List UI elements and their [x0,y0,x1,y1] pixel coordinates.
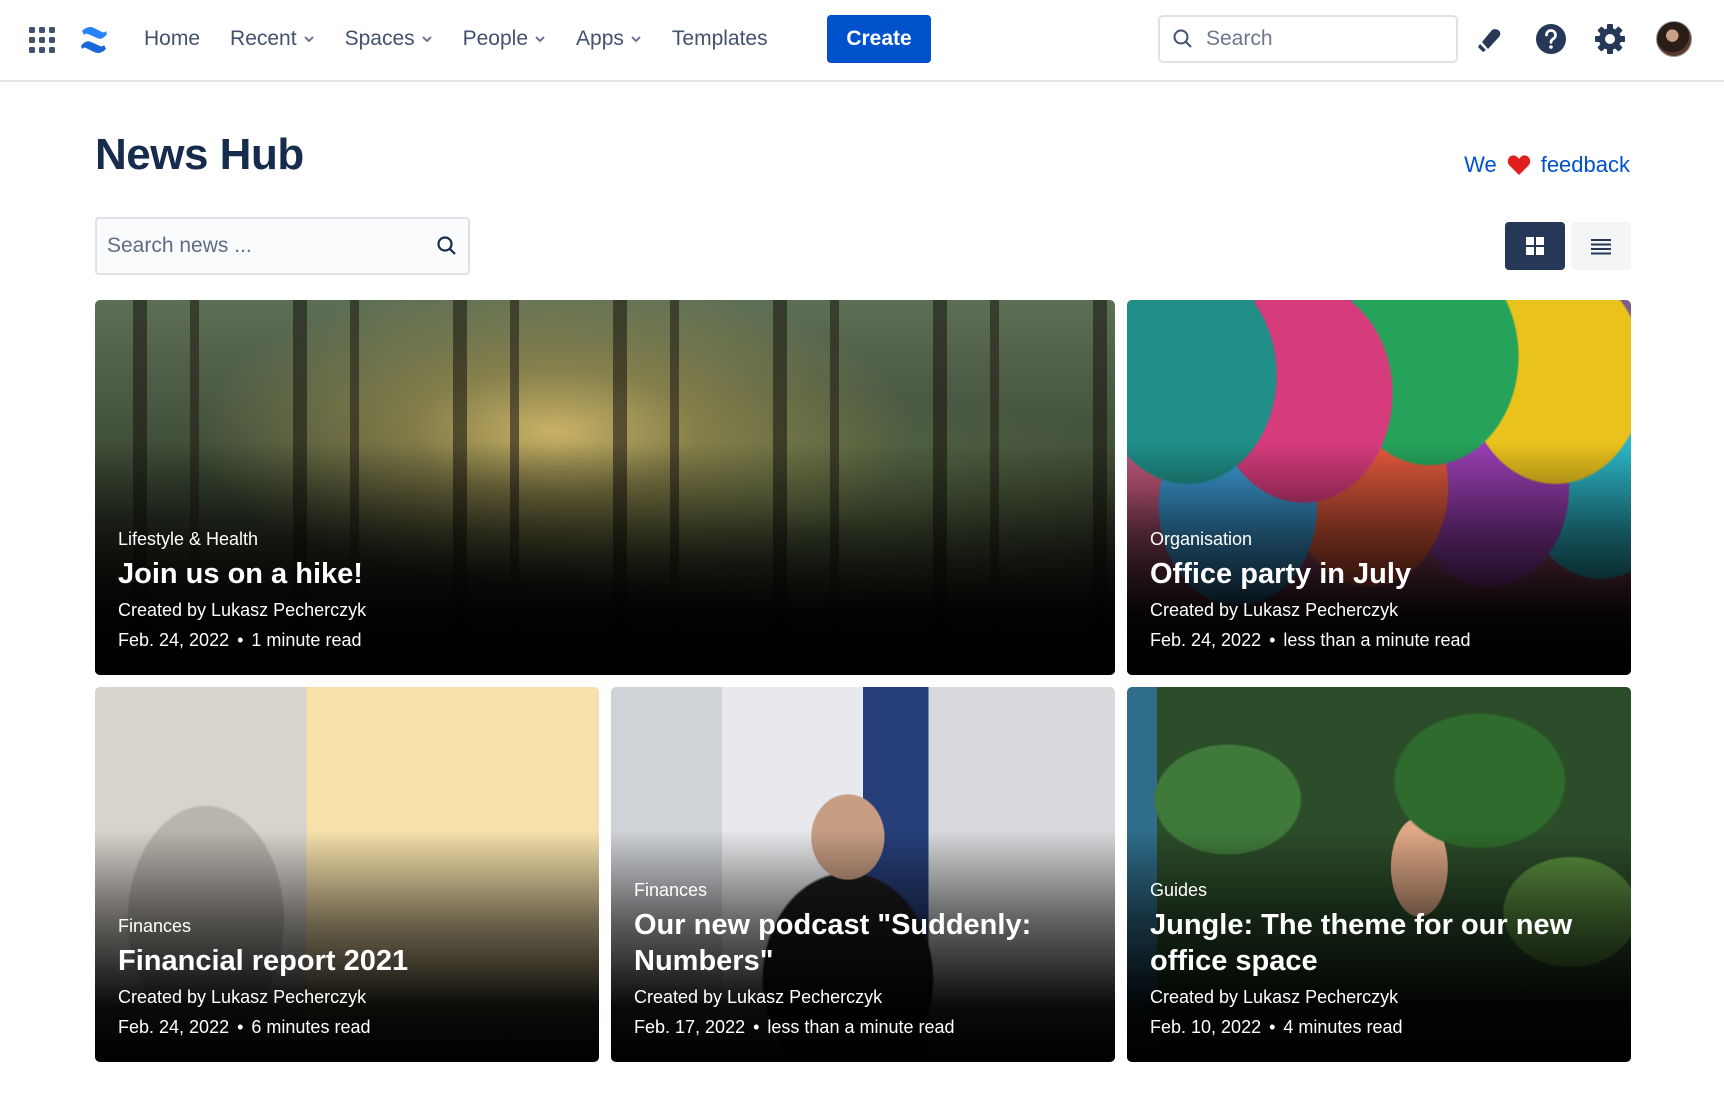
user-avatar[interactable] [1656,21,1692,57]
list-view-icon [1591,239,1611,255]
settings-icon[interactable] [1593,22,1627,56]
global-search[interactable] [1158,15,1458,63]
chevron-down-icon [535,36,545,43]
nav-people-label: People [462,27,529,50]
nav-recent[interactable]: Recent [230,27,315,51]
news-card-title: Join us on a hike! [118,558,363,590]
news-card-read-time: 4 minutes read [1283,1017,1403,1037]
news-card[interactable]: Lifestyle & Health Join us on a hike! Cr… [95,300,1115,675]
news-search-box[interactable] [95,217,470,275]
news-card-category: Guides [1150,880,1208,900]
news-card-title: Office party in July [1150,558,1412,590]
news-card-date: Feb. 24, 2022 [118,1017,230,1037]
nav-recent-label: Recent [230,27,297,50]
grid-view-icon [1526,237,1544,255]
nav-templates[interactable]: Templates [672,27,768,51]
news-card-author: Created by Lukasz Pecherczyk [118,600,367,620]
top-navigation-bar: Home Recent Spaces People Apps Templates… [0,0,1724,82]
feedback-prefix: We [1464,152,1497,177]
chevron-down-icon [631,36,641,43]
create-button[interactable]: Create [827,15,931,63]
nav-people[interactable]: People [463,27,546,51]
news-card-read-time: less than a minute read [767,1017,955,1037]
news-card-title: Our new podcast "Suddenly: Numbers" [634,909,1032,977]
confluence-logo-icon[interactable] [78,24,110,56]
news-card-read-time: less than a minute read [1283,630,1471,650]
nav-home[interactable]: Home [144,27,200,51]
search-icon [1173,29,1192,48]
news-card-date: Feb. 10, 2022 [1150,1017,1262,1037]
news-card-read-time: 1 minute read [251,630,362,650]
page-title: News Hub [95,130,304,179]
chevron-down-icon [421,36,432,43]
news-card-date: Feb. 24, 2022 [1150,630,1262,650]
news-card-author: Created by Lukasz Pecherczyk [1150,987,1399,1007]
feedback-link[interactable]: We feedback [1464,152,1630,178]
notification-icon[interactable] [1474,22,1508,56]
chevron-down-icon [303,36,314,43]
search-icon[interactable] [436,235,458,257]
main-nav: Home Recent Spaces People Apps Templates [144,0,798,78]
news-card-category: Lifestyle & Health [118,529,259,549]
news-card-title: Jungle: The theme for our new office spa… [1150,909,1573,977]
news-card[interactable]: Finances Our new podcast "Suddenly: Numb… [611,687,1115,1062]
nav-apps-label: Apps [576,27,624,50]
grid-view-button[interactable] [1505,222,1565,270]
list-view-button[interactable] [1571,222,1631,270]
nav-apps[interactable]: Apps [576,27,642,51]
news-card[interactable]: Finances Financial report 2021 Created b… [95,687,599,1062]
news-card-category: Finances [634,880,708,900]
news-card-date: Feb. 24, 2022 [118,630,230,650]
heart-icon [1507,155,1530,175]
news-card-category: Finances [118,916,192,936]
news-card-author: Created by Lukasz Pecherczyk [118,987,367,1007]
nav-home-label: Home [144,27,201,50]
news-card-read-time: 6 minutes read [251,1017,371,1037]
news-card-date: Feb. 17, 2022 [634,1017,746,1037]
app-switcher-icon[interactable] [29,27,55,53]
nav-spaces-label: Spaces [344,27,415,50]
feedback-label: feedback [1540,152,1630,177]
nav-spaces[interactable]: Spaces [345,27,433,51]
global-search-input[interactable] [1206,27,1436,51]
news-card-author: Created by Lukasz Pecherczyk [1150,600,1399,620]
news-card[interactable]: Organisation Office party in July Create… [1127,300,1631,675]
nav-templates-label: Templates [671,27,768,50]
news-card-title: Financial report 2021 [118,945,409,977]
help-icon[interactable] [1534,22,1568,56]
news-card-author: Created by Lukasz Pecherczyk [634,987,883,1007]
news-search-input[interactable] [107,234,436,258]
news-card-category: Organisation [1150,529,1253,549]
news-card[interactable]: Guides Jungle: The theme for our new off… [1127,687,1631,1062]
